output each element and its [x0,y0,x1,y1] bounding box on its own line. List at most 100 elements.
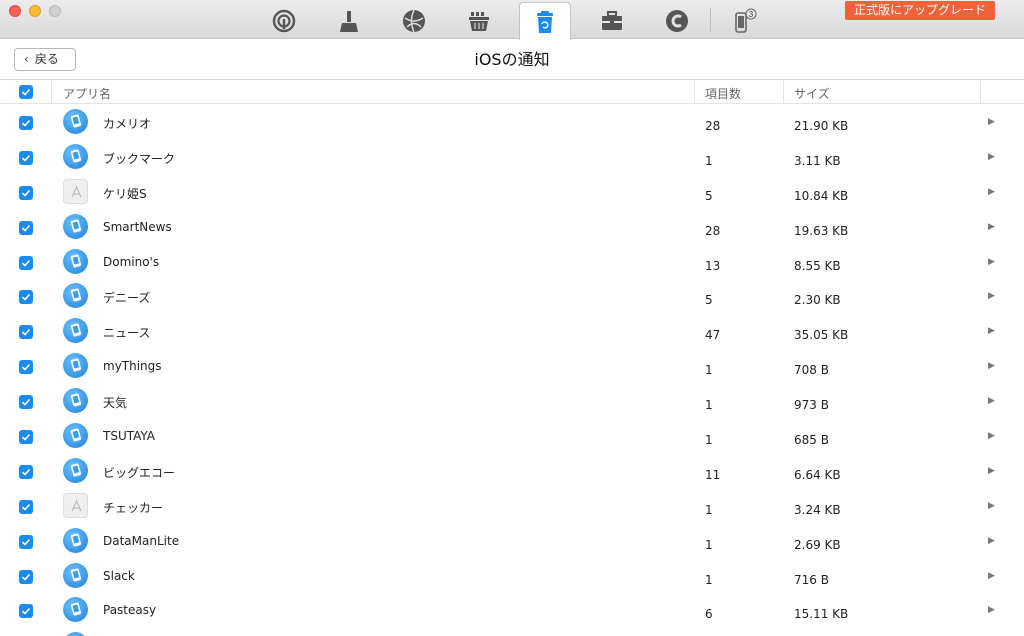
row-checkbox[interactable] [19,290,33,305]
item-size: 8.55 KB [794,258,841,273]
item-count: 1 [705,153,713,168]
item-count: 1 [705,502,713,517]
upgrade-button[interactable]: 正式版にアップグレード [845,1,995,20]
internet-icon[interactable] [388,4,440,37]
row-checkbox[interactable] [19,534,33,549]
row-checkbox[interactable] [19,116,33,130]
row-checkbox[interactable] [19,604,33,619]
expand-arrow-icon[interactable]: ▶ [988,152,995,162]
row-checkbox[interactable] [19,499,33,514]
expand-arrow-icon[interactable]: ▶ [988,466,995,476]
expand-arrow-icon[interactable]: ▶ [988,291,995,301]
notification-app-icon [63,457,88,483]
basket-icon[interactable] [453,4,505,37]
row-checkbox[interactable] [19,185,33,200]
app-name: TSUTAYA [103,429,156,444]
expand-arrow-icon[interactable]: ▶ [988,117,995,127]
app-name: Domino's [103,254,160,269]
zoom-window-button[interactable] [49,5,61,17]
item-size: 6.64 KB [794,467,841,482]
table-row[interactable]: DataManLite 1 2.69 KB ▶ [0,524,1024,559]
row-checkbox[interactable] [19,395,33,410]
trash-icon[interactable] [519,2,571,40]
notification-app-icon [63,248,88,274]
app-list: カメリオ 28 21.90 KB ▶ ブックマーク 1 3.11 KB ▶ ケリ姫S 5 10.84… [0,105,1024,636]
item-size: 3.24 KB [794,502,841,517]
row-checkbox[interactable] [19,360,33,375]
notification-app-icon [63,597,88,623]
minimize-window-button[interactable] [29,5,41,17]
row-checkbox[interactable] [19,150,33,165]
airbackup-icon[interactable] [258,4,310,37]
table-row[interactable]: カメリオ 28 21.90 KB ▶ [0,105,1024,140]
table-row[interactable]: Pasteasy 6 15.11 KB ▶ [0,593,1024,628]
notification-app-icon [63,283,88,309]
table-row[interactable]: ケリ姫S 5 10.84 KB ▶ [0,175,1024,210]
notification-app-icon [63,562,88,588]
column-separator [783,81,784,104]
app-name: チェッカー [103,500,164,515]
table-row[interactable]: 天気 1 973 B ▶ [0,384,1024,419]
expand-arrow-icon[interactable]: ▶ [988,361,995,371]
item-size: 19.63 KB [794,223,849,238]
column-header-count[interactable]: 項目数 [705,85,741,102]
item-size: 685 B [794,433,829,448]
table-row[interactable]: SmartNews 28 19.63 KB ▶ [0,210,1024,245]
item-count: 1 [705,572,713,587]
column-header-app-name[interactable]: アプリ名 [63,85,111,102]
app-name: ブックマーク [103,151,176,166]
table-row[interactable] [0,628,1024,636]
table-row[interactable]: デニーズ 5 2.30 KB ▶ [0,279,1024,314]
expand-arrow-icon[interactable]: ▶ [988,536,995,546]
notification-app-icon [63,423,88,449]
column-header-size[interactable]: サイズ [794,85,830,102]
expand-arrow-icon[interactable]: ▶ [988,501,995,511]
expand-arrow-icon[interactable]: ▶ [988,257,995,267]
table-row[interactable]: ブックマーク 1 3.11 KB ▶ [0,140,1024,175]
table-row[interactable]: TSUTAYA 1 685 B ▶ [0,419,1024,454]
table-header: アプリ名 項目数 サイズ [0,81,1024,104]
table-row[interactable]: myThings 1 708 B ▶ [0,349,1024,384]
notification-app-icon [63,353,88,379]
expand-arrow-icon[interactable]: ▶ [988,431,995,441]
row-checkbox[interactable] [19,255,33,270]
table-row[interactable]: チェッカー 1 3.24 KB ▶ [0,489,1024,524]
row-checkbox[interactable] [19,430,33,445]
copyright-icon[interactable] [651,4,703,37]
table-row[interactable]: Domino's 13 8.55 KB ▶ [0,245,1024,280]
toolbar-divider [710,8,711,32]
table-row[interactable]: Slack 1 716 B ▶ [0,559,1024,594]
notification-app-icon [63,213,88,239]
row-checkbox[interactable] [19,464,33,479]
row-checkbox[interactable] [19,220,33,235]
expand-arrow-icon[interactable]: ▶ [988,396,995,406]
app-name: ビッグエコー [103,465,176,480]
app-name: SmartNews [103,219,172,234]
back-button[interactable]: ‹ 戻る [14,48,76,71]
app-store-icon [63,492,88,518]
device-icon[interactable]: 3 [718,4,770,37]
toolbox-icon[interactable] [586,4,638,37]
expand-arrow-icon[interactable]: ▶ [988,326,995,336]
table-row[interactable]: ニュース 47 35.05 KB ▶ [0,314,1024,349]
column-separator [51,81,52,104]
notification-app-icon [63,632,88,636]
app-name: デニーズ [103,291,151,306]
expand-arrow-icon[interactable]: ▶ [988,571,995,581]
select-all-checkbox[interactable] [19,85,33,99]
table-row[interactable]: ビッグエコー 11 6.64 KB ▶ [0,454,1024,489]
expand-arrow-icon[interactable]: ▶ [988,187,995,197]
item-size: 708 B [794,363,829,378]
close-window-button[interactable] [9,5,21,17]
chevron-left-icon: ‹ [24,52,29,66]
row-checkbox[interactable] [19,325,33,340]
notification-app-icon [63,388,88,414]
expand-arrow-icon[interactable]: ▶ [988,605,995,615]
item-count: 47 [705,328,721,343]
row-checkbox[interactable] [19,569,33,584]
expand-arrow-icon[interactable]: ▶ [988,222,995,232]
app-name: myThings [103,359,162,374]
cleaner-icon[interactable] [323,4,375,37]
app-name: カメリオ [103,117,152,131]
item-size: 716 B [794,572,829,587]
